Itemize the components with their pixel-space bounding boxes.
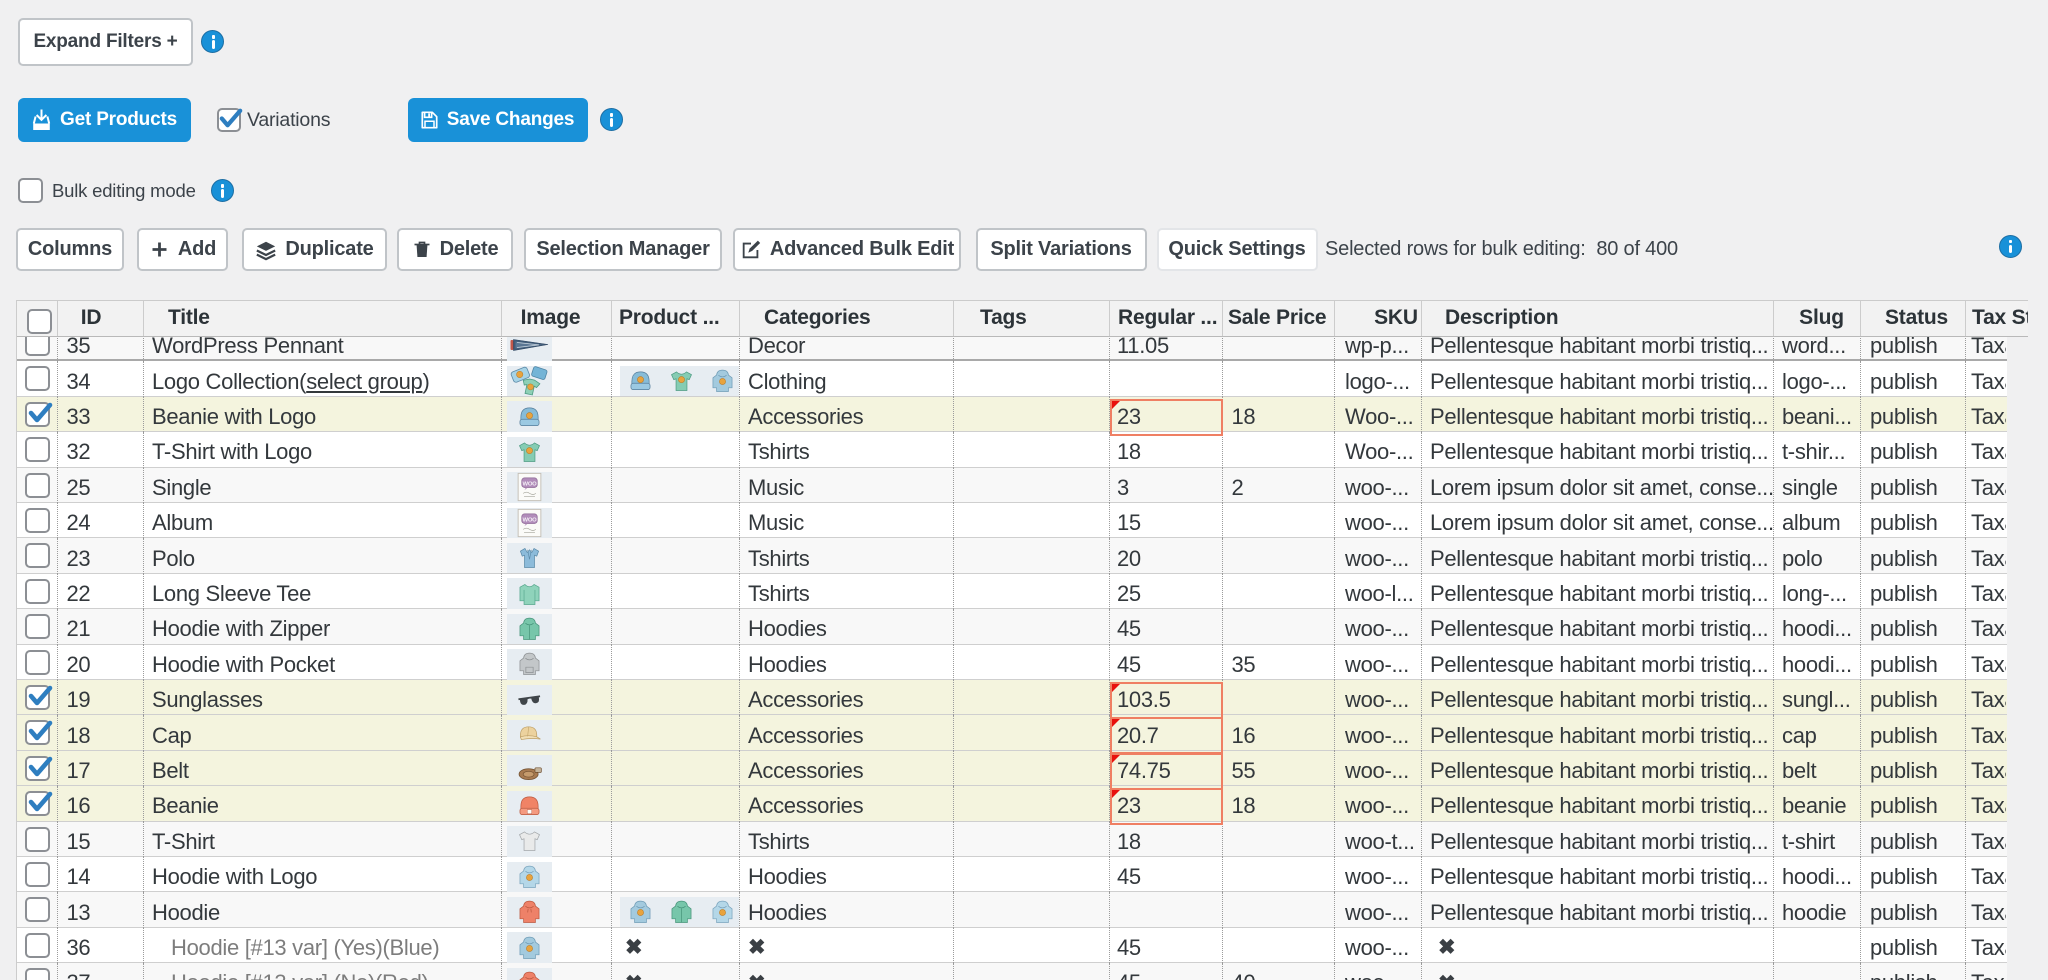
svg-text:WOO: WOO xyxy=(523,482,538,488)
svg-text:WOO: WOO xyxy=(523,517,538,523)
